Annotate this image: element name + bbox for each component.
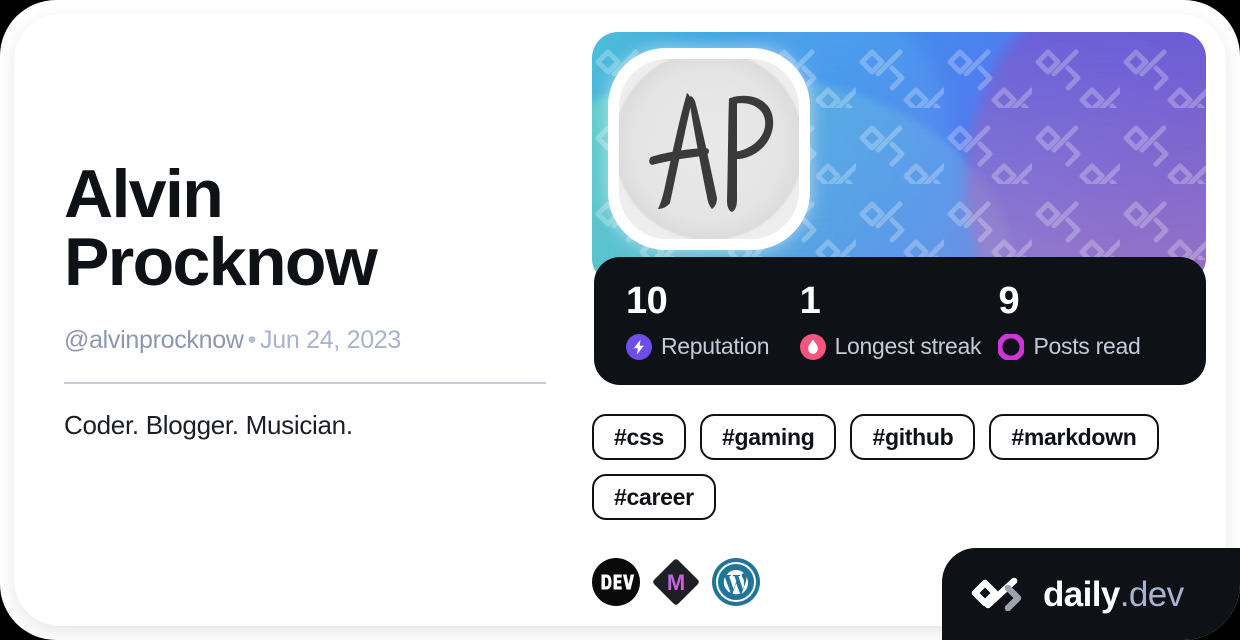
avatar[interactable] xyxy=(608,48,810,250)
page-title: Alvin Procknow xyxy=(64,156,378,300)
stat-label-row: Posts read xyxy=(998,333,1174,360)
stats-bar: 10 Reputation 1 Longest streak 9 Posts r… xyxy=(594,257,1206,385)
stat-posts-read: 9 Posts read xyxy=(998,282,1174,360)
brand-name-bold: daily xyxy=(1043,574,1120,614)
avatar-image xyxy=(619,59,799,239)
stat-label: Longest streak xyxy=(834,333,982,359)
tag-item[interactable]: #github xyxy=(850,414,976,460)
stat-longest-streak: 1 Longest streak xyxy=(799,280,999,360)
posts-read-ring-icon xyxy=(998,333,1025,360)
avatar-monogram-ap-icon xyxy=(649,93,774,212)
profile-info-column: Alvin Procknow @alvinprocknow • Jun 24, 20… xyxy=(64,160,548,441)
profile-bio: Coder. Blogger. Musician. xyxy=(64,410,353,440)
dev-to-icon[interactable] xyxy=(592,558,640,606)
divider xyxy=(64,382,546,384)
brand-name-light: .dev xyxy=(1119,574,1184,614)
tag-item[interactable]: #markdown xyxy=(989,414,1159,460)
profile-meta: @alvinprocknow • Jun 24, 2023 xyxy=(64,326,548,355)
stat-label: Posts read xyxy=(1033,333,1141,359)
stat-value: 9 xyxy=(998,280,1020,322)
screenshot-root: Alvin Procknow @alvinprocknow • Jun 24, 20… xyxy=(0,0,1240,640)
social-links: M xyxy=(592,558,760,606)
wordpress-icon[interactable] xyxy=(712,558,760,606)
tag-list: #css #gaming #github #markdown #career xyxy=(592,414,1208,520)
meta-separator: • xyxy=(247,326,257,354)
daily-dev-badge[interactable]: daily .dev xyxy=(942,548,1240,640)
cover-image xyxy=(592,32,1206,284)
joined-date: Jun 24, 2023 xyxy=(260,326,402,354)
stat-label-row: Reputation xyxy=(626,333,800,360)
tag-item[interactable]: #css xyxy=(592,414,686,460)
daily-dev-logo xyxy=(971,577,1022,611)
daily-dev-wordmark: daily .dev xyxy=(1043,577,1184,612)
stat-value: 1 xyxy=(799,280,821,322)
profile-visual-column: 10 Reputation 1 Longest streak 9 Posts r… xyxy=(592,32,1208,606)
tag-item[interactable]: #gaming xyxy=(699,414,837,460)
stat-value: 10 xyxy=(626,280,668,322)
medium-m-icon[interactable]: M xyxy=(652,558,700,606)
dev-card: Alvin Procknow @alvinprocknow • Jun 24, 20… xyxy=(0,0,1240,640)
streak-flame-icon xyxy=(799,333,826,360)
svg-text:M: M xyxy=(667,570,685,595)
stat-label-row: Longest streak xyxy=(799,333,999,360)
tag-item[interactable]: #career xyxy=(592,474,716,520)
stat-reputation: 10 Reputation xyxy=(626,282,800,360)
reputation-bolt-icon xyxy=(626,333,652,360)
stat-label: Reputation xyxy=(661,333,770,359)
profile-handle: @alvinprocknow xyxy=(64,326,244,354)
